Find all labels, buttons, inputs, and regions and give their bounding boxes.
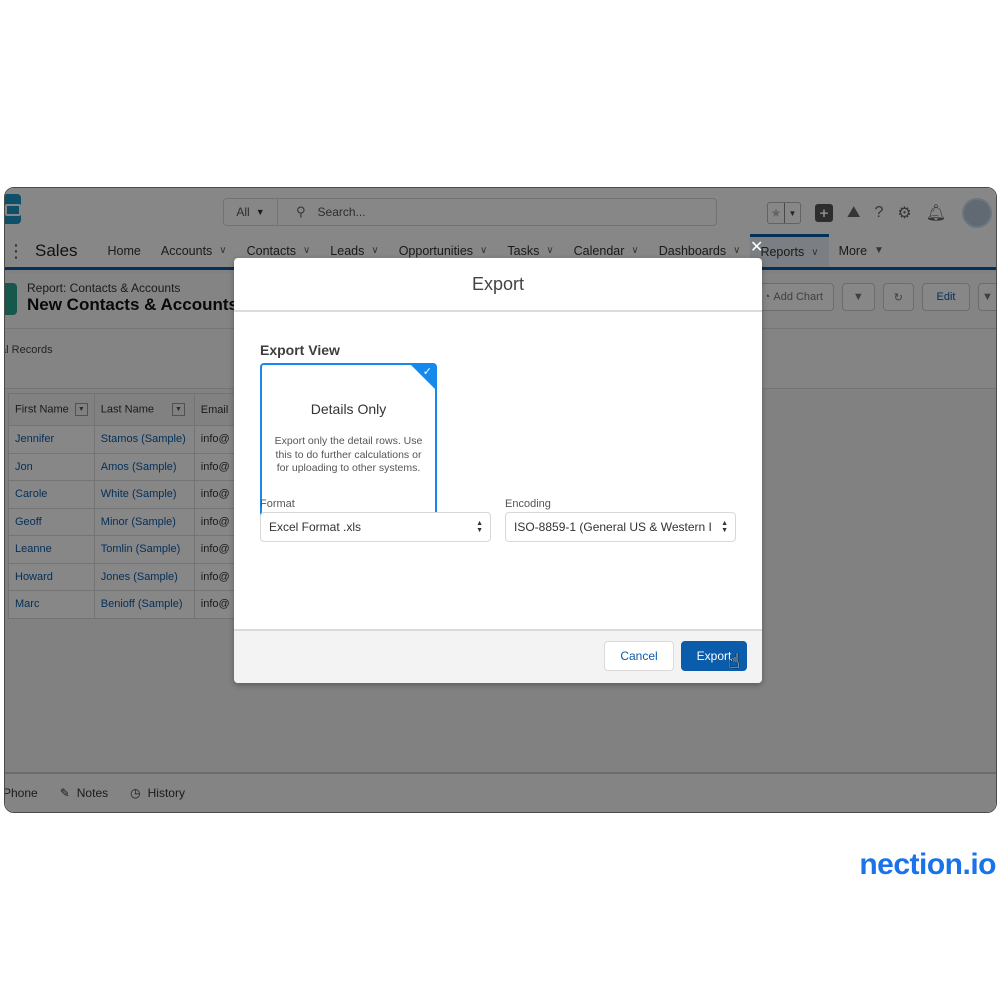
- select-arrows-icon: ▲ ▼: [721, 520, 728, 534]
- card-description: Export only the detail rows. Use this to…: [274, 435, 423, 474]
- format-label: Format: [260, 498, 295, 510]
- modal-header: Export: [234, 258, 762, 312]
- encoding-select[interactable]: ISO-8859-1 (General US & Western I ▲ ▼: [505, 512, 736, 542]
- encoding-value: ISO-8859-1 (General US & Western I: [514, 520, 712, 534]
- format-select[interactable]: Excel Format .xls ▲ ▼: [260, 512, 491, 542]
- encoding-label: Encoding: [505, 498, 551, 510]
- watermark: nection.io: [859, 848, 996, 881]
- check-icon: ✓: [422, 366, 432, 378]
- cancel-button[interactable]: Cancel: [604, 641, 674, 671]
- card-title: Details Only: [310, 401, 387, 417]
- hand-cursor-icon: ☝: [728, 651, 741, 673]
- modal-footer: Cancel Export ☝: [234, 629, 762, 683]
- select-arrows-icon: ▲ ▼: [476, 520, 483, 534]
- format-value: Excel Format .xls: [269, 520, 362, 534]
- modal-body: Export View ✓ Details Only Export only t…: [234, 312, 762, 629]
- export-modal: Export Export View ✓ Details Only Export…: [234, 258, 762, 683]
- modal-title: Export: [471, 273, 525, 294]
- export-view-label: Export View: [260, 342, 340, 358]
- close-icon[interactable]: ✕: [750, 240, 763, 256]
